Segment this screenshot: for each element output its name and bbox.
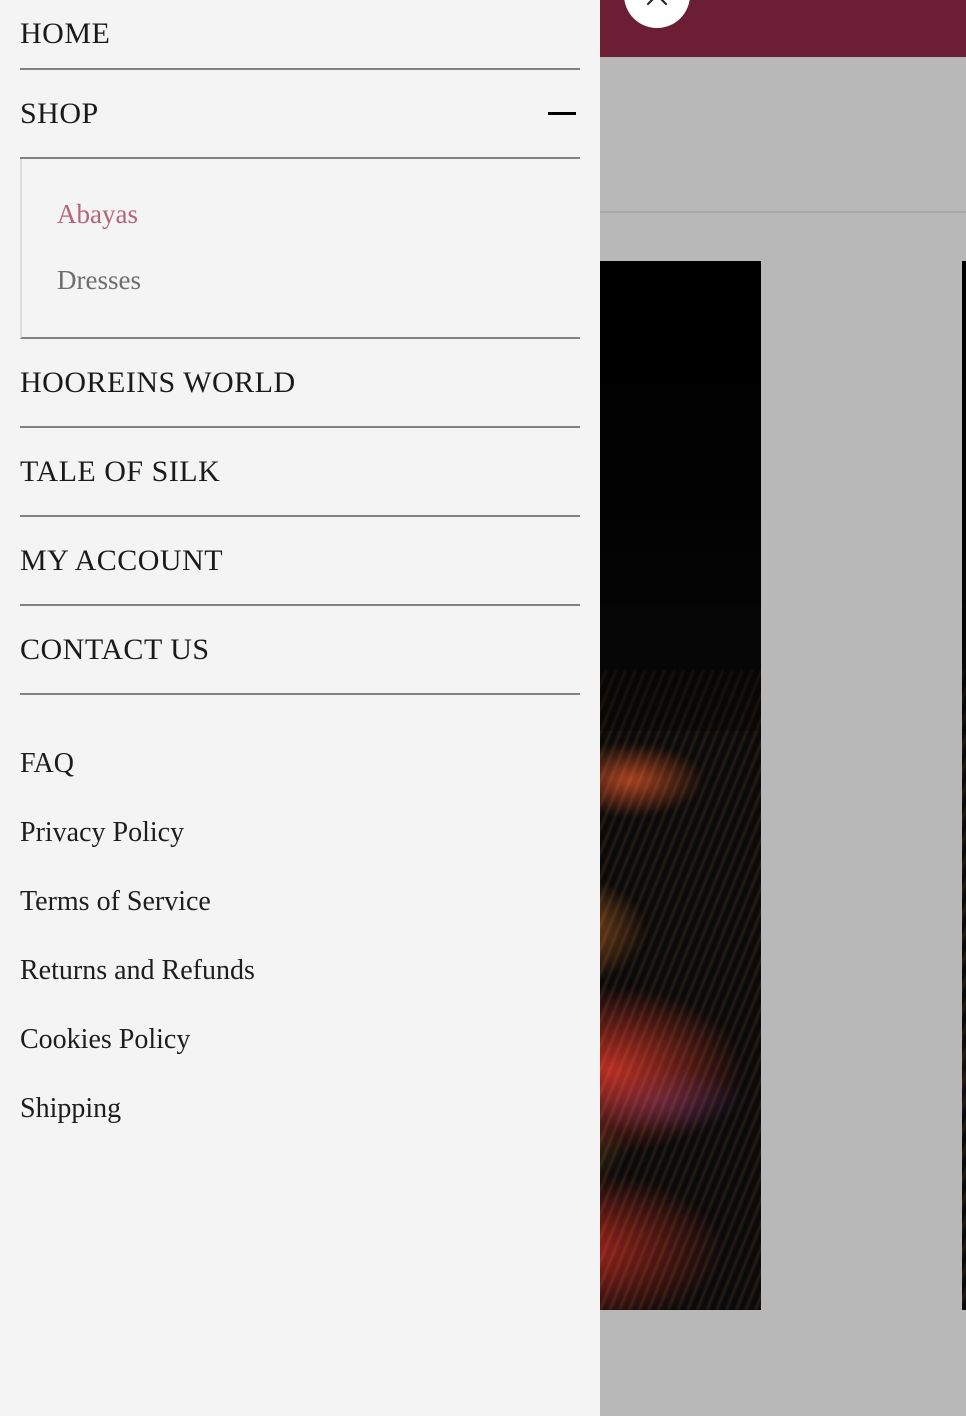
product-artwork xyxy=(600,261,761,1310)
mobile-navigation-drawer-screen: HOME SHOP Abayas Dresses HOOREINS WORLD xyxy=(0,0,966,1416)
product-image-tile-next[interactable] xyxy=(962,261,966,1310)
navigation-drawer-panel: HOME SHOP Abayas Dresses HOOREINS WORLD xyxy=(0,0,600,1416)
nav-item-label: MY ACCOUNT xyxy=(20,543,224,577)
footer-link-privacy-policy[interactable]: Privacy Policy xyxy=(20,798,580,867)
nav-item-tale-of-silk[interactable]: TALE OF SILK xyxy=(20,428,580,517)
footer-link-label: Shipping xyxy=(20,1092,122,1124)
footer-link-faq[interactable]: FAQ xyxy=(20,729,580,798)
nav-item-home[interactable]: HOME xyxy=(20,0,580,70)
nav-item-hooreins-world[interactable]: HOOREINS WORLD xyxy=(20,339,580,428)
footer-link-label: Returns and Refunds xyxy=(20,954,255,986)
product-artwork-next xyxy=(962,261,966,1310)
nav-item-label: TALE OF SILK xyxy=(20,454,221,488)
submenu-item-dresses[interactable]: Dresses xyxy=(22,247,580,313)
footer-link-label: Cookies Policy xyxy=(20,1023,191,1055)
drawer-footer-links: FAQ Privacy Policy Terms of Service Retu… xyxy=(20,695,580,1143)
nav-item-shop[interactable]: SHOP xyxy=(20,70,580,159)
submenu-item-label: Dresses xyxy=(57,264,141,295)
footer-link-label: Privacy Policy xyxy=(20,816,185,848)
product-image-tile[interactable] xyxy=(600,261,761,1310)
submenu-item-label: Abayas xyxy=(57,198,138,229)
minus-icon[interactable] xyxy=(548,112,576,115)
footer-link-label: Terms of Service xyxy=(20,885,211,917)
footer-link-terms-of-service[interactable]: Terms of Service xyxy=(20,867,580,936)
nav-item-label: CONTACT US xyxy=(20,632,210,666)
nav-item-label: SHOP xyxy=(20,96,99,130)
footer-link-cookies-policy[interactable]: Cookies Policy xyxy=(20,1005,580,1074)
submenu-item-abayas[interactable]: Abayas xyxy=(22,181,580,247)
close-x-icon xyxy=(646,0,668,6)
shop-submenu-container: Abayas Dresses xyxy=(0,159,600,339)
nav-item-label: HOOREINS WORLD xyxy=(20,365,296,399)
shop-submenu-list: Abayas Dresses xyxy=(20,159,580,339)
nav-item-contact-us[interactable]: CONTACT US xyxy=(20,606,580,695)
nav-item-label: HOME xyxy=(20,17,111,50)
nav-item-my-account[interactable]: MY ACCOUNT xyxy=(20,517,580,606)
footer-link-label: FAQ xyxy=(20,747,74,779)
footer-link-shipping[interactable]: Shipping xyxy=(20,1074,580,1143)
main-nav-list: HOME SHOP Abayas Dresses HOOREINS WORLD xyxy=(0,0,600,695)
footer-link-returns-and-refunds[interactable]: Returns and Refunds xyxy=(20,936,580,1005)
